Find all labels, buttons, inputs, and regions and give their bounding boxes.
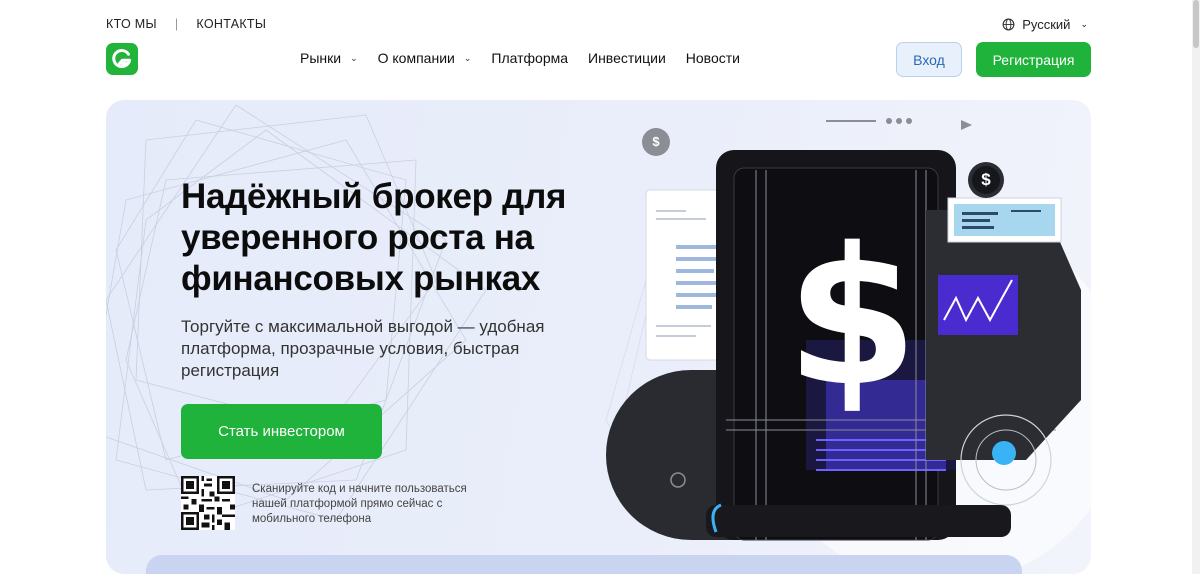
become-investor-button[interactable]: Стать инвестором xyxy=(181,404,382,459)
usd-coin-icon: $ xyxy=(652,134,660,149)
chevron-down-icon: ⌄ xyxy=(463,52,472,63)
nav-item-label: Платформа xyxy=(491,50,569,66)
scrollbar-thumb[interactable] xyxy=(1193,0,1199,48)
nav-item-label: О компании xyxy=(377,50,455,66)
hero-subtitle: Торгуйте с максимальной выгодой — удобна… xyxy=(181,317,545,380)
register-button[interactable]: Регистрация xyxy=(976,42,1091,77)
main-nav: Рынки ⌄ О компании ⌄ Платформа Инвестици… xyxy=(300,50,760,66)
hero-section: Надёжный брокер для уверенного роста на … xyxy=(106,100,1091,574)
nav-item-markets[interactable]: Рынки ⌄ xyxy=(300,50,358,66)
top-links-separator: | xyxy=(174,17,179,31)
globe-icon xyxy=(1002,18,1015,31)
login-button[interactable]: Вход xyxy=(896,42,962,77)
hero-title: Надёжный брокер для уверенного роста на … xyxy=(181,177,567,298)
nav-item-platform[interactable]: Платформа xyxy=(491,50,568,66)
nav-item-news[interactable]: Новости xyxy=(686,50,740,66)
logo[interactable] xyxy=(106,43,138,75)
usd-coin-icon: $ xyxy=(981,170,991,189)
chevron-down-icon: ⌄ xyxy=(350,52,358,63)
nav-item-label: Инвестиции xyxy=(588,50,666,66)
top-links: КТО МЫ | КОНТАКТЫ xyxy=(106,17,266,31)
page: КТО МЫ | КОНТАКТЫ Русский ⌄ Рынки ⌄ О ко… xyxy=(0,0,1200,574)
about-link[interactable]: КТО МЫ xyxy=(106,17,157,31)
contacts-link[interactable]: КОНТАКТЫ xyxy=(196,17,266,31)
page-scrollbar[interactable] xyxy=(1192,0,1200,574)
qr-description: Сканируйте код и начните пользоваться на… xyxy=(252,483,467,525)
nav-item-investments[interactable]: Инвестиции xyxy=(588,50,666,66)
dollar-sign-icon: $ xyxy=(786,207,919,428)
language-label: Русский xyxy=(1022,17,1071,32)
next-section-card xyxy=(146,555,1022,574)
logo-icon xyxy=(112,49,132,69)
nav-item-label: Новости xyxy=(685,50,740,66)
qr-code[interactable] xyxy=(181,476,235,530)
chevron-down-icon: ⌄ xyxy=(1080,19,1088,29)
nav-item-about-company[interactable]: О компании ⌄ xyxy=(378,50,472,66)
language-selector[interactable]: Русский ⌄ xyxy=(1002,17,1088,32)
nav-item-label: Рынки xyxy=(300,50,342,66)
